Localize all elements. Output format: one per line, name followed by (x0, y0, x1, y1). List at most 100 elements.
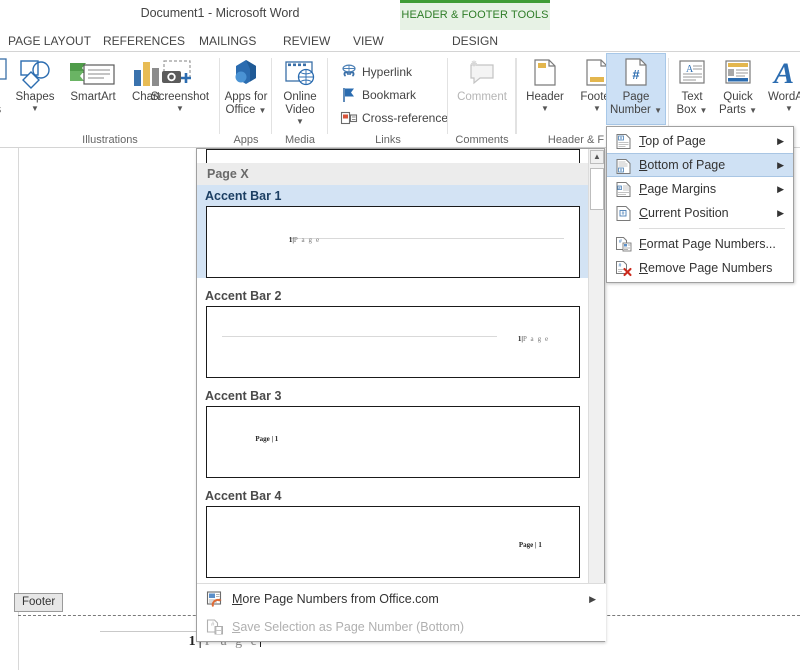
shapes-icon (8, 57, 62, 91)
wordart-button[interactable]: A WordArt ▼ (762, 54, 800, 122)
gallery-item-preview[interactable]: 1|P a g e (206, 206, 580, 278)
comment-button[interactable]: Comment (455, 54, 509, 122)
save-selection-as-page-number-action[interactable]: # Save Selection as Page Number (Bottom) (197, 614, 606, 640)
apps-for-office-chevron-down-icon[interactable]: ▼ (259, 106, 267, 115)
online-video-icon (273, 57, 327, 91)
gallery-item-accent-bar-3[interactable]: Accent Bar 3 Page | 1 (197, 385, 589, 478)
menu-item-bottom-of-page[interactable]: # Bottom of Page ▶ (607, 153, 793, 177)
gallery-item-accent-bar-2[interactable]: Accent Bar 2 1|P a g e (197, 285, 589, 378)
ribbon-group-label-illustrations: Illustrations (82, 134, 138, 146)
page-number-button[interactable]: # Page Number ▼ (606, 53, 666, 125)
screenshot-chevron-down-icon[interactable]: ▼ (146, 104, 214, 113)
cross-reference-label: Cross-reference (362, 111, 449, 125)
tab-review[interactable]: REVIEW (277, 30, 336, 52)
bookmark-icon (340, 87, 358, 103)
menu-item-label: Top of Page (639, 134, 706, 148)
page-number-gallery[interactable]: Page X Accent Bar 1 1|P a g e Accent Bar… (196, 148, 606, 642)
header-button[interactable]: Header ▼ (518, 54, 572, 122)
gallery-item-label: Accent Bar 2 (205, 289, 282, 303)
gallery-item-label: Accent Bar 1 (205, 189, 282, 203)
tab-references[interactable]: REFERENCES (97, 30, 191, 52)
save-selection-label: Save Selection as Page Number (Bottom) (232, 620, 465, 634)
ribbon-group-label-media: Media (285, 134, 315, 146)
gallery-item-preview[interactable]: Page | 1 (206, 406, 580, 478)
gallery-item-preview[interactable]: Page | 1 (206, 506, 580, 578)
svg-text:#: # (632, 67, 640, 82)
screenshot-icon (146, 57, 214, 91)
menu-item-format-page-numbers[interactable]: # Format Page Numbers... (607, 232, 793, 256)
ribbon-group-label-apps: Apps (233, 134, 259, 146)
menu-item-top-of-page[interactable]: # Top of Page ▶ (607, 129, 793, 153)
online-video-button[interactable]: Online Video ▼ (273, 54, 327, 126)
gallery-preview-partial[interactable] (206, 149, 580, 163)
apps-for-office-label-2: Office ▼ (225, 104, 267, 116)
screenshot-button[interactable]: Screenshot ▼ (146, 54, 214, 122)
cross-reference-button[interactable]: Cross-reference (338, 108, 448, 128)
scrollbar-thumb[interactable] (590, 168, 604, 210)
smartart-button[interactable]: SmartArt (62, 54, 124, 122)
format-page-numbers-icon: # (615, 236, 632, 253)
shapes-button[interactable]: Shapes ▼ (8, 54, 62, 122)
tab-page-layout[interactable]: PAGE LAYOUT (2, 30, 97, 52)
cross-reference-icon (340, 110, 358, 126)
svg-text:#: # (622, 211, 625, 217)
hyperlink-icon (340, 64, 358, 80)
page-number-chevron-down-icon[interactable]: ▼ (654, 106, 662, 115)
smartart-icon (62, 57, 124, 91)
gallery-item-accent-bar-4[interactable]: Accent Bar 4 Page | 1 (197, 485, 589, 578)
online-video-chevron-down-icon[interactable]: ▼ (273, 117, 327, 126)
header-chevron-down-icon[interactable]: ▼ (518, 104, 572, 113)
preview-page-number-text: 1|P a g e (288, 236, 321, 245)
svg-text:#: # (619, 263, 622, 269)
ribbon-group-label-comments: Comments (455, 134, 509, 146)
screenshot-label: Screenshot (150, 91, 210, 103)
menu-item-label: Current Position (639, 206, 729, 220)
contextual-tab-group-label: HEADER & FOOTER TOOLS (401, 9, 549, 21)
svg-text:A: A (772, 57, 794, 90)
page-number-dropdown-menu[interactable]: # Top of Page ▶ # Bottom of Page ▶ # Pag… (606, 126, 794, 283)
tab-mailings[interactable]: MAILINGS (193, 30, 262, 52)
page-number-label-2: Number ▼ (609, 104, 663, 116)
menu-item-remove-page-numbers[interactable]: # Remove Page Numbers (607, 256, 793, 280)
more-page-numbers-from-office-com-action[interactable]: More Page Numbers from Office.com ▶ (197, 586, 606, 612)
scroll-up-arrow-icon[interactable]: ▲ (590, 150, 604, 164)
gallery-scroll-area[interactable]: Page X Accent Bar 1 1|P a g e Accent Bar… (197, 149, 589, 613)
quick-parts-button[interactable]: Quick Parts ▼ (712, 54, 764, 122)
gallery-item-preview[interactable]: 1|P a g e (206, 306, 580, 378)
gallery-scrollbar[interactable]: ▲ ▼ (588, 149, 604, 613)
shapes-label: Shapes (15, 91, 55, 103)
footer-page-number-value: 1 (188, 634, 196, 649)
text-box-label-1: Text (681, 91, 703, 103)
online-video-label-2: Video (285, 104, 315, 116)
menu-separator (639, 228, 785, 229)
quick-parts-chevron-down-icon[interactable]: ▼ (749, 106, 757, 115)
shapes-chevron-down-icon[interactable]: ▼ (8, 104, 62, 113)
hyperlink-button[interactable]: Hyperlink (338, 62, 412, 82)
tab-design[interactable]: DESIGN (448, 30, 502, 52)
menu-item-page-margins[interactable]: # Page Margins ▶ (607, 177, 793, 201)
svg-text:#: # (619, 239, 622, 245)
footer-area-tag: Footer (14, 593, 64, 612)
ribbon-group-illustrations: e es Shapes ▼ (0, 52, 220, 148)
preview-page-number-text: 1|P a g e (517, 335, 550, 343)
preview-page-number-text: Page | 1 (255, 435, 279, 443)
page-number-icon: # (607, 57, 665, 91)
wordart-icon: A (762, 57, 800, 91)
page-margins-icon: # (615, 181, 632, 198)
text-box-button[interactable]: A Text Box ▼ (668, 54, 716, 122)
wordart-chevron-down-icon[interactable]: ▼ (762, 104, 800, 113)
tab-view[interactable]: VIEW (347, 30, 390, 52)
gallery-item-accent-bar-1[interactable]: Accent Bar 1 1|P a g e (197, 185, 589, 278)
bookmark-button[interactable]: Bookmark (338, 85, 416, 105)
text-box-label-2: Box ▼ (676, 104, 708, 116)
quick-parts-label-2: Parts ▼ (719, 104, 757, 116)
menu-item-label: Bottom of Page (639, 158, 726, 172)
ribbon-group-apps: Apps for Office ▼ Apps (220, 52, 272, 148)
menu-item-label: Remove Page Numbers (639, 261, 773, 275)
svg-text:A: A (686, 64, 694, 75)
text-box-chevron-down-icon[interactable]: ▼ (700, 106, 708, 115)
menu-item-label: Page Margins (639, 182, 717, 196)
menu-item-current-position[interactable]: # Current Position ▶ (607, 201, 793, 225)
apps-for-office-button[interactable]: Apps for Office ▼ (219, 54, 273, 122)
window-title: Document1 - Microsoft Word (140, 6, 300, 20)
